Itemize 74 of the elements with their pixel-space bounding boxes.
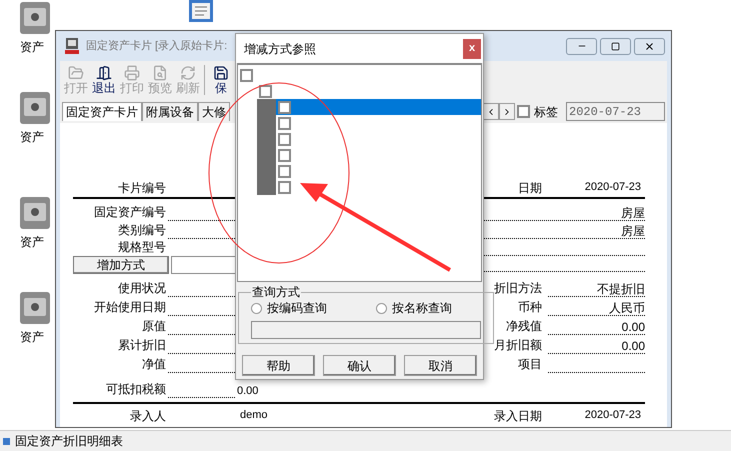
save-icon <box>213 65 229 81</box>
field-label: 录入日期 <box>493 408 543 425</box>
dialog-title: 增减方式参照 <box>244 40 316 58</box>
desktop-icon-label[interactable]: 资产 <box>20 328 44 346</box>
tree-checkbox[interactable] <box>278 148 291 162</box>
add-method-button[interactable]: 增加方式 <box>73 256 169 274</box>
tree-checkbox[interactable] <box>259 84 272 98</box>
radio-option[interactable]: 按名称查询 <box>376 299 481 317</box>
field-label: 类别编号 <box>117 222 167 239</box>
dialog-button[interactable]: 取消 <box>404 355 477 376</box>
desktop-icon-label[interactable]: 资产 <box>20 128 44 146</box>
field-label: 固定资产编号 <box>93 204 167 221</box>
computer-icon <box>64 37 80 55</box>
field-label: 净值 <box>141 356 167 373</box>
desktop-icon-label[interactable]: 资产 <box>20 233 44 251</box>
tag-label: 标签 <box>534 104 558 120</box>
field-label: 原值 <box>141 318 167 335</box>
taskbar-item[interactable]: 固定资产折旧明细表 <box>15 432 123 450</box>
field-label: 项目 <box>517 356 543 373</box>
door-icon <box>96 65 112 81</box>
field-label: 月折旧额 <box>493 337 543 354</box>
field-value: 人民币 <box>548 301 645 316</box>
field-label: 开始使用日期 <box>93 299 167 316</box>
field-label: 使用状况 <box>117 280 167 297</box>
maximize-button[interactable] <box>600 38 631 54</box>
tree-checkbox[interactable] <box>240 68 253 82</box>
field-label: 净残值 <box>505 318 543 335</box>
field-label: 日期 <box>517 180 543 197</box>
window-icon[interactable] <box>3 438 10 444</box>
tree-checkbox[interactable] <box>278 164 291 178</box>
tag-field[interactable]: 2020-07-23 <box>566 102 665 121</box>
field-label: 币种 <box>517 299 543 316</box>
folder-icon <box>68 65 84 81</box>
tree-checkbox[interactable] <box>278 116 291 130</box>
close-button[interactable] <box>634 38 665 54</box>
tree-checkbox[interactable] <box>278 180 291 194</box>
window-title: 固定资产卡片 [录入原始卡片: <box>86 38 228 54</box>
refresh-icon <box>180 65 196 81</box>
tab[interactable]: 附属设备 <box>142 102 198 121</box>
radio-option[interactable]: 按编码查询 <box>251 299 356 317</box>
desktop-icon-label[interactable]: 资产 <box>20 38 44 56</box>
tree-view[interactable] <box>237 63 482 282</box>
tree-row[interactable] <box>238 99 481 115</box>
field-label: 可抵扣税额 <box>105 381 167 398</box>
dialog-button[interactable]: 确认 <box>323 355 396 376</box>
tab-scroll-left-button[interactable] <box>483 103 499 120</box>
maximize-icon <box>611 42 620 50</box>
field-label: 卡片编号 <box>117 180 167 197</box>
tree-checkbox[interactable] <box>278 132 291 146</box>
field-label: 规格型号 <box>117 239 167 256</box>
field-value: 2020-07-23 <box>584 408 642 423</box>
close-icon <box>644 40 655 52</box>
dialog-button[interactable]: 帮助 <box>242 355 315 376</box>
tag-checkbox[interactable] <box>517 105 530 118</box>
field-label: 录入人 <box>129 408 167 425</box>
printer-icon <box>124 65 140 81</box>
tree-checkbox[interactable] <box>278 100 291 114</box>
tab-scroll-right-button[interactable] <box>499 103 515 120</box>
field-value: 0.00 <box>237 384 258 398</box>
field-label: 折旧方法 <box>493 280 543 297</box>
toolbar-button[interactable]: 保 <box>207 65 235 95</box>
field-value: 0.00 <box>548 320 645 335</box>
group-label: 查询方式 <box>251 286 301 298</box>
field-value: demo <box>240 408 268 423</box>
toolbar-button[interactable]: 退出 <box>90 65 118 95</box>
field-value: 不提折旧 <box>548 282 645 297</box>
field-value: 2020-07-23 <box>584 180 642 195</box>
close-button[interactable]: x <box>463 38 481 58</box>
query-field[interactable] <box>251 321 481 339</box>
file-search-icon <box>152 65 168 81</box>
tab[interactable]: 大修 <box>198 102 230 121</box>
field-label: 累计折旧 <box>117 337 167 354</box>
tab[interactable]: 固定资产卡片 <box>62 102 142 121</box>
field-value: 0.00 <box>548 339 645 354</box>
